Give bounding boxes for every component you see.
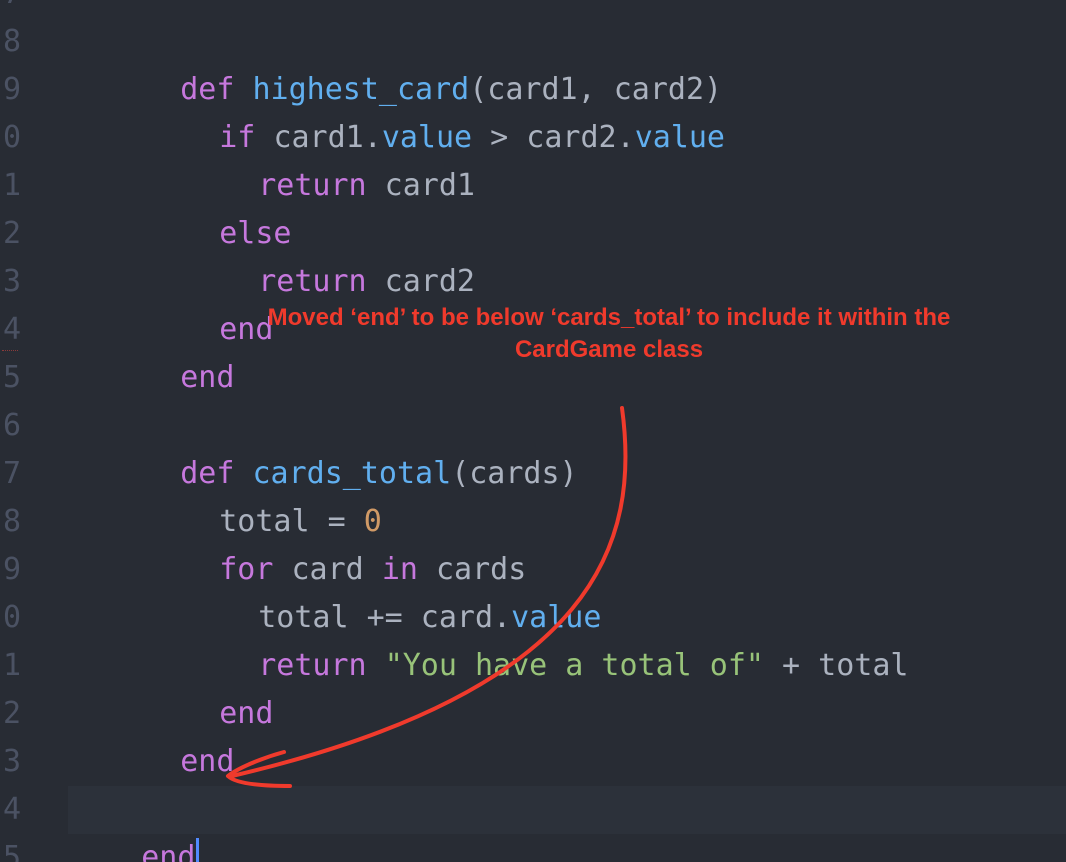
current-line-highlight bbox=[68, 786, 1066, 834]
line-number: 0 bbox=[2, 600, 21, 635]
line-number: 5 bbox=[2, 840, 21, 862]
code-line-current[interactable]: end bbox=[69, 786, 200, 862]
line-number: 2 bbox=[2, 216, 21, 251]
code-line[interactable]: else bbox=[147, 162, 291, 251]
annotation-note: Moved ‘end’ to be below ‘cards_total’ to… bbox=[214, 302, 1004, 366]
code-line[interactable]: end bbox=[108, 690, 234, 779]
text-token: card2 bbox=[366, 264, 475, 299]
line-number: 7 bbox=[3, 0, 21, 18]
line-number-gutter: 7 8 9 0 1 2 3 4 5 6 7 8 9 0 1 2 3 4 5 bbox=[0, 0, 62, 862]
arrow-head-lower bbox=[226, 774, 292, 788]
code-line[interactable]: def cards_total(cards) bbox=[108, 402, 577, 491]
code-line[interactable]: if card1.value > card2.value bbox=[147, 66, 725, 155]
arrow-head-upper bbox=[226, 750, 286, 778]
text-cursor bbox=[196, 837, 200, 862]
annotation-line-2: CardGame class bbox=[514, 336, 704, 363]
code-line[interactable]: end bbox=[147, 642, 273, 731]
code-line[interactable]: end bbox=[147, 258, 273, 347]
text-token: card1 bbox=[366, 168, 475, 203]
code-line[interactable]: for card in cards bbox=[147, 498, 526, 587]
text-token: + total bbox=[763, 648, 909, 683]
line-number: 4 bbox=[2, 312, 21, 347]
code-editor[interactable]: 7 8 9 0 1 2 3 4 5 6 7 8 9 0 1 2 3 4 5 de… bbox=[0, 0, 1066, 862]
code-line[interactable]: def highest_card(card1, card2) bbox=[108, 18, 722, 107]
line-number: 8 bbox=[2, 24, 21, 59]
text-token: (cards) bbox=[451, 456, 578, 491]
line-number: 9 bbox=[2, 72, 21, 107]
property-token: value bbox=[634, 120, 725, 155]
line-number: 5 bbox=[2, 360, 21, 395]
code-line[interactable]: return card2 bbox=[186, 210, 475, 299]
fold-marker bbox=[2, 350, 18, 351]
keyword-token: return bbox=[258, 648, 367, 683]
line-number: 2 bbox=[2, 696, 21, 731]
line-number: 0 bbox=[2, 120, 21, 155]
line-number: 1 bbox=[2, 168, 21, 203]
code-line[interactable]: total += card.value bbox=[186, 546, 601, 635]
code-line[interactable]: return card1 bbox=[186, 114, 475, 203]
line-number: 3 bbox=[2, 744, 21, 779]
line-number: 1 bbox=[2, 648, 21, 683]
code-line[interactable]: return "You have a total of" + total bbox=[186, 594, 908, 683]
line-number: 7 bbox=[2, 456, 21, 491]
annotation-line-1: Moved ‘end’ to be below ‘cards_total’ to… bbox=[267, 304, 951, 331]
line-number: 9 bbox=[2, 552, 21, 587]
keyword-token: return bbox=[258, 264, 367, 299]
keyword-token: end bbox=[141, 840, 196, 862]
string-token: "You have a total of" bbox=[384, 648, 764, 683]
keyword-token: end bbox=[180, 744, 235, 779]
line-number: 4 bbox=[2, 792, 21, 827]
line-number: 8 bbox=[2, 504, 21, 539]
line-number: 6 bbox=[2, 408, 21, 443]
line-number: 3 bbox=[2, 264, 21, 299]
code-line[interactable]: total = 0 bbox=[147, 450, 382, 539]
text-token: > card2. bbox=[472, 120, 635, 155]
